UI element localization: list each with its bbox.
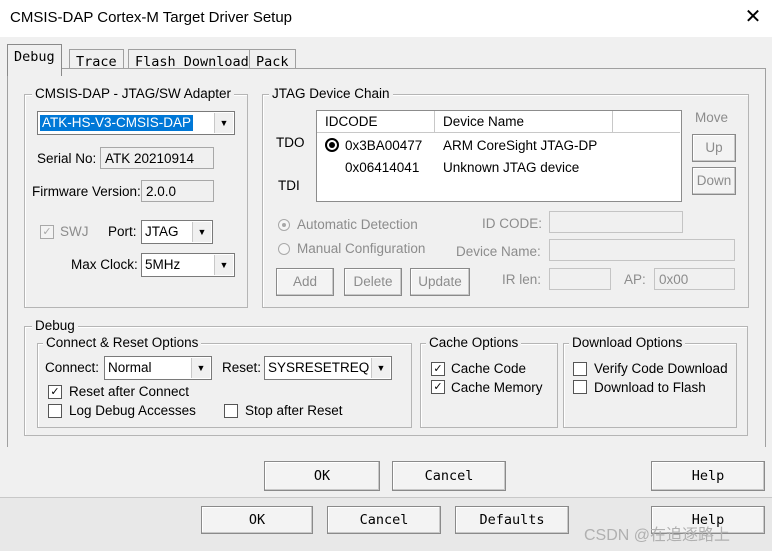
watermark-text: CSDN @在追逐路上	[584, 527, 731, 544]
connect-label: Connect:	[45, 360, 100, 375]
table-row-idcode[interactable]: 0x06414041	[345, 160, 419, 175]
reset-select[interactable]: SYSRESETREQ ▼	[264, 356, 392, 380]
cache-memory-label: Cache Memory	[451, 380, 543, 395]
parent-ok-button[interactable]: OK	[201, 506, 313, 534]
port-label: Port:	[108, 224, 137, 239]
jtag-chain-list[interactable]: IDCODE Device Name 0x3BA00477 ARM CoreSi…	[316, 110, 682, 202]
debug-group-title: Debug	[32, 318, 78, 333]
download-group-title: Download Options	[569, 335, 686, 350]
update-button[interactable]: Update	[410, 268, 470, 296]
delete-button[interactable]: Delete	[344, 268, 402, 296]
port-select-value: JTAG	[145, 224, 179, 239]
chevron-down-icon: ▼	[214, 113, 233, 133]
cache-code-checkbox[interactable]: ✓	[431, 362, 445, 376]
down-button[interactable]: Down	[692, 167, 736, 195]
id-code-label: ID CODE:	[482, 216, 543, 231]
firmware-label: Firmware Version:	[32, 184, 141, 199]
col-idcode-header[interactable]: IDCODE	[317, 111, 435, 133]
verify-download-checkbox[interactable]	[573, 362, 587, 376]
reset-after-connect-checkbox[interactable]: ✓	[48, 385, 62, 399]
selected-device-icon	[325, 138, 339, 152]
col-device-name-header[interactable]: Device Name	[435, 111, 613, 133]
stop-after-reset-checkbox[interactable]	[224, 404, 238, 418]
stop-after-reset-label: Stop after Reset	[245, 403, 343, 418]
reset-select-value: SYSRESETREQ	[268, 360, 370, 375]
swj-label: SWJ	[60, 224, 89, 239]
col-blank-header	[613, 111, 680, 133]
cancel-button[interactable]: Cancel	[392, 461, 506, 491]
maxclock-select-value: 5MHz	[145, 257, 181, 272]
swj-checkbox[interactable]: ✓	[40, 225, 54, 239]
close-icon[interactable]: ✕	[742, 6, 764, 28]
ir-len-label: IR len:	[502, 272, 542, 287]
device-name-field[interactable]	[549, 239, 735, 261]
chevron-down-icon: ▼	[191, 358, 210, 378]
ap-field[interactable]: 0x00	[654, 268, 735, 290]
connect-select[interactable]: Normal ▼	[104, 356, 212, 380]
log-debug-checkbox[interactable]	[48, 404, 62, 418]
ok-button[interactable]: OK	[264, 461, 380, 491]
table-row-name[interactable]: Unknown JTAG device	[443, 160, 579, 175]
parent-cancel-button[interactable]: Cancel	[327, 506, 441, 534]
adapter-select[interactable]: ATK-HS-V3-CMSIS-DAP ▼	[37, 111, 235, 135]
cache-memory-checkbox[interactable]: ✓	[431, 380, 445, 394]
ir-len-field[interactable]	[549, 268, 611, 290]
firmware-field: 2.0.0	[141, 180, 214, 202]
table-row-name[interactable]: ARM CoreSight JTAG-DP	[443, 138, 597, 153]
serial-label: Serial No:	[37, 151, 97, 166]
tdo-label: TDO	[276, 135, 305, 150]
table-row-idcode[interactable]: 0x3BA00477	[345, 138, 422, 153]
connect-reset-title: Connect & Reset Options	[43, 335, 202, 350]
verify-download-label: Verify Code Download	[594, 361, 728, 376]
device-name-label: Device Name:	[456, 244, 541, 259]
chevron-down-icon: ▼	[192, 222, 211, 242]
up-button[interactable]: Up	[692, 134, 736, 162]
auto-detect-radio[interactable]	[278, 219, 290, 231]
manual-config-label: Manual Configuration	[297, 241, 426, 256]
help-button[interactable]: Help	[651, 461, 765, 491]
cache-group-title: Cache Options	[426, 335, 522, 350]
adapter-select-value: ATK-HS-V3-CMSIS-DAP	[40, 115, 194, 131]
reset-after-connect-label: Reset after Connect	[69, 384, 190, 399]
reset-label: Reset:	[222, 360, 262, 375]
maxclock-select[interactable]: 5MHz ▼	[141, 253, 235, 277]
log-debug-label: Log Debug Accesses	[69, 403, 196, 418]
id-code-field[interactable]	[549, 211, 683, 233]
port-select[interactable]: JTAG ▼	[141, 220, 213, 244]
serial-field: ATK 20210914	[100, 147, 214, 169]
window-title: CMSIS-DAP Cortex-M Target Driver Setup	[10, 9, 293, 26]
cache-code-label: Cache Code	[451, 361, 527, 376]
download-to-flash-label: Download to Flash	[594, 380, 706, 395]
jtag-chain-title: JTAG Device Chain	[269, 86, 393, 101]
move-label: Move	[695, 110, 729, 125]
add-button[interactable]: Add	[276, 268, 334, 296]
connect-select-value: Normal	[108, 360, 152, 375]
maxclock-label: Max Clock:	[71, 257, 138, 272]
parent-defaults-button[interactable]: Defaults	[455, 506, 569, 534]
tab-debug[interactable]: Debug	[7, 44, 62, 76]
tdi-label: TDI	[278, 178, 300, 193]
auto-detect-label: Automatic Detection	[297, 217, 418, 232]
manual-config-radio[interactable]	[278, 243, 290, 255]
download-to-flash-checkbox[interactable]	[573, 380, 587, 394]
chevron-down-icon: ▼	[371, 358, 390, 378]
ap-label: AP:	[624, 272, 646, 287]
adapter-group-title: CMSIS-DAP - JTAG/SW Adapter	[32, 86, 235, 101]
chevron-down-icon: ▼	[214, 255, 233, 275]
